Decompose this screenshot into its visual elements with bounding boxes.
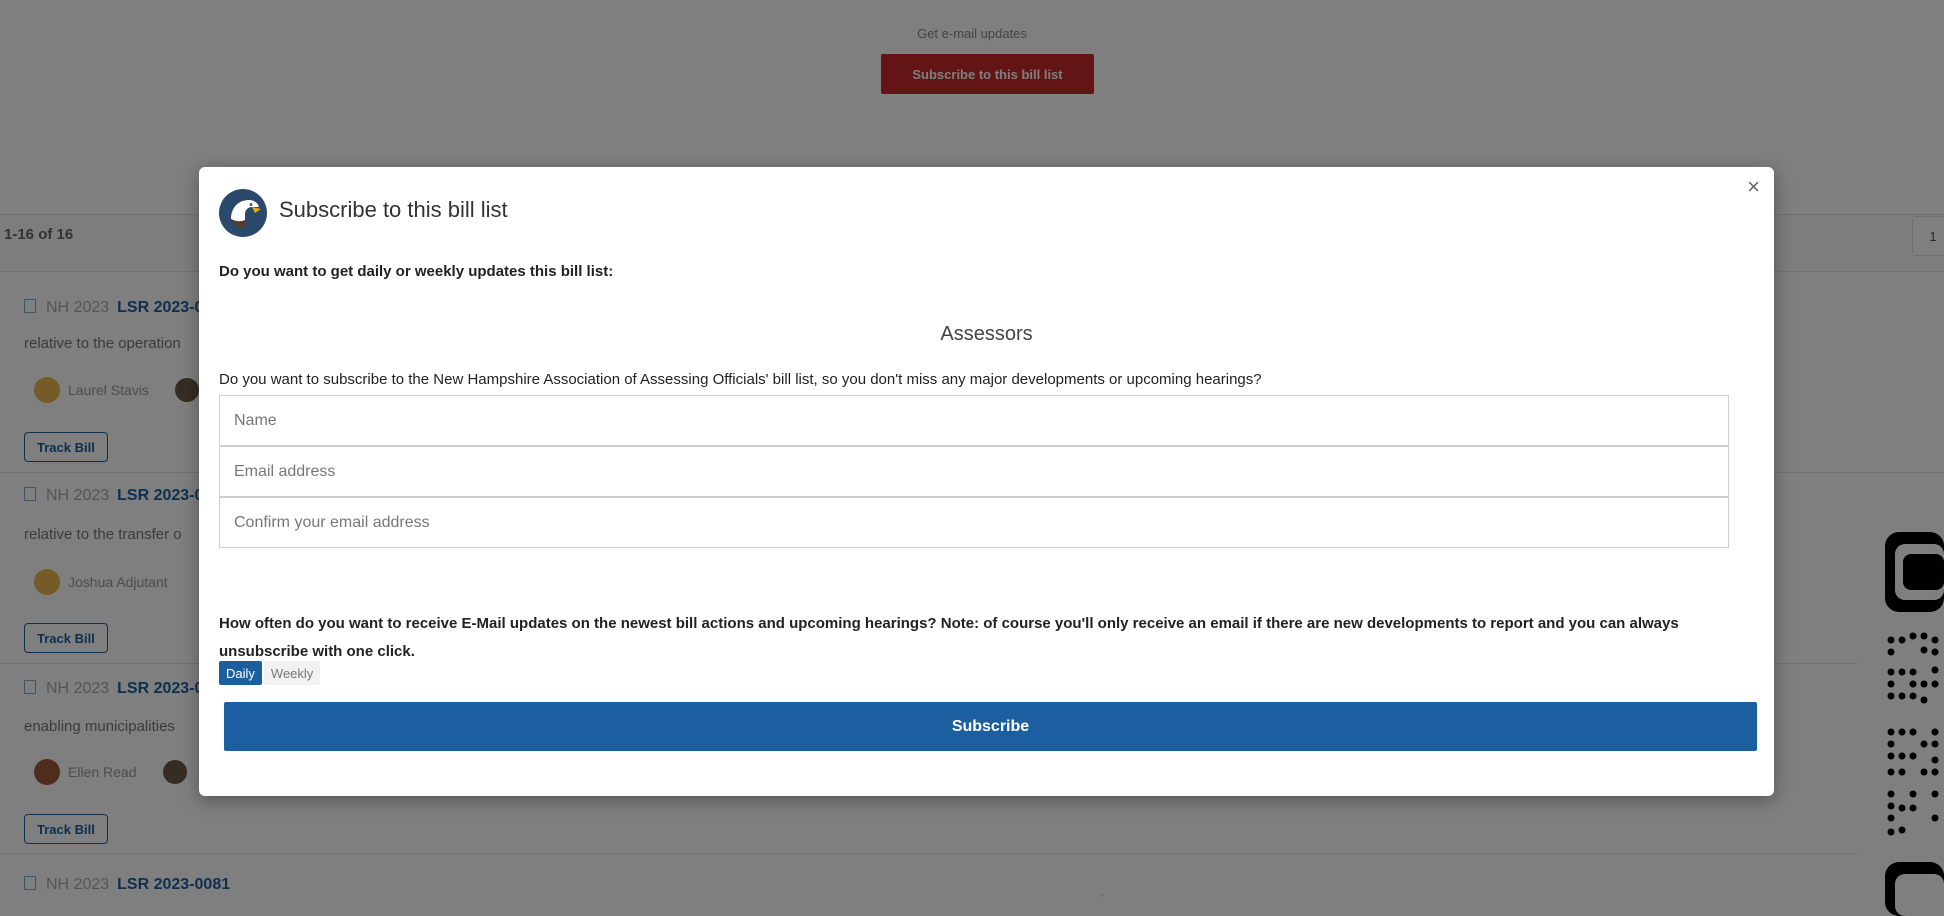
confirm-email-field[interactable] xyxy=(219,497,1729,548)
frequency-option-daily[interactable]: Daily xyxy=(219,661,262,685)
bill-list-question: Do you want to subscribe to the New Hamp… xyxy=(219,371,1262,388)
subscribe-button[interactable]: Subscribe xyxy=(224,702,1757,751)
modal-title: Subscribe to this bill list xyxy=(279,197,508,222)
frequency-intro-question: Do you want to get daily or weekly updat… xyxy=(219,263,614,280)
frequency-option-weekly[interactable]: Weekly xyxy=(263,661,321,685)
eagle-logo-icon xyxy=(219,189,267,237)
email-field[interactable] xyxy=(219,446,1729,497)
bill-list-name: Assessors xyxy=(940,323,1033,345)
frequency-question: How often do you want to receive E-Mail … xyxy=(219,615,1679,660)
close-icon[interactable]: × xyxy=(1747,175,1760,199)
frequency-toggle: Daily Weekly xyxy=(219,661,321,685)
name-field[interactable] xyxy=(219,395,1729,446)
subscribe-modal: × Subscribe to this bill list Do you wan… xyxy=(199,167,1774,796)
